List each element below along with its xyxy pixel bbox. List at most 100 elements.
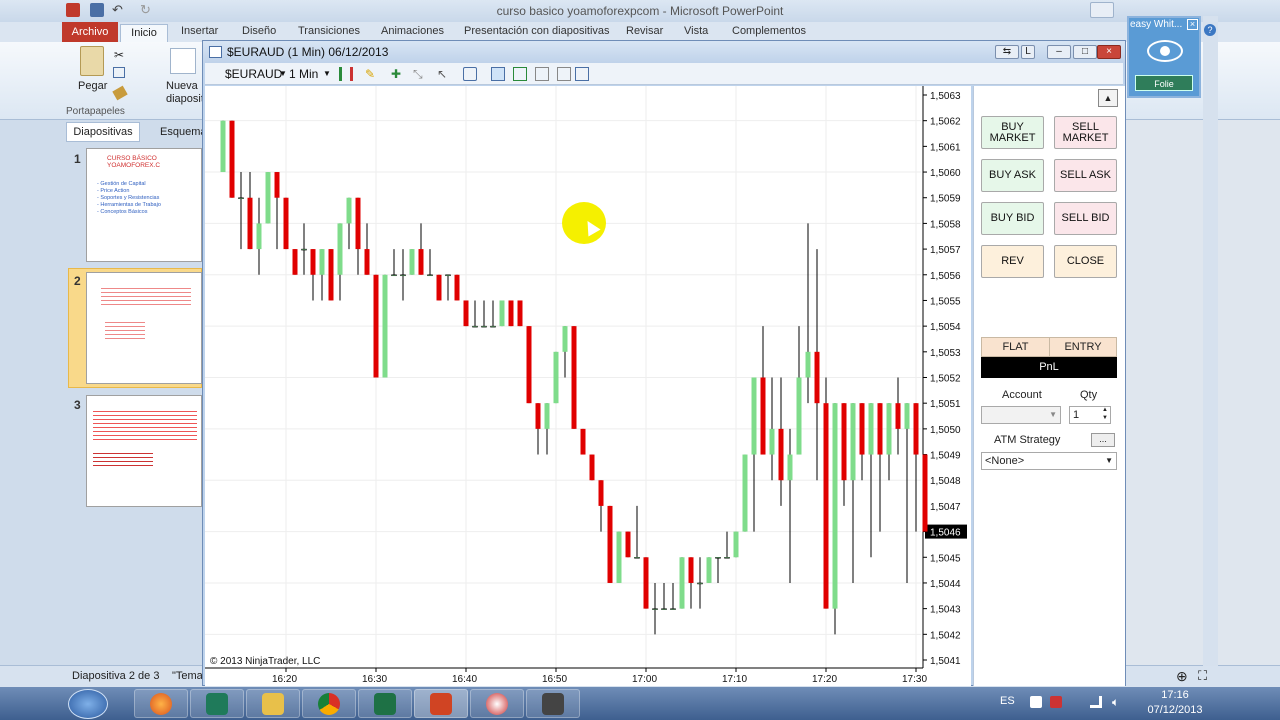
tab-revisar[interactable]: Revisar — [626, 25, 663, 37]
candle-body — [895, 403, 901, 429]
taskbar-powerpoint[interactable] — [414, 689, 468, 718]
slide-thumbnail-1[interactable]: CURSO BÁSICO YOAMOFOREX.C - Gestión de C… — [86, 148, 202, 262]
zoom-in-icon[interactable]: ✚ — [391, 67, 405, 81]
ppt-right-scrollbar[interactable]: ? — [1203, 16, 1218, 666]
strategies-icon[interactable] — [513, 67, 527, 81]
candle-body — [688, 557, 694, 583]
chart-area[interactable]: 1,5063 1,5062 1,5061 1,5060 1,5059 1,5058 1,50… — [205, 86, 971, 686]
candle-body — [643, 557, 649, 609]
new-slide-icon[interactable] — [170, 48, 196, 74]
candle-body — [715, 557, 721, 559]
volume-icon[interactable]: 🔈︎ — [1112, 695, 1119, 710]
candle-body — [904, 403, 910, 429]
sell-ask-button[interactable]: SELL ASK — [1054, 159, 1117, 192]
close-icon[interactable]: × — [1187, 19, 1198, 30]
slide-thumbnail-2[interactable] — [86, 272, 202, 384]
folie-button[interactable]: Folie — [1135, 75, 1193, 91]
start-button-icon[interactable] — [68, 689, 108, 719]
tab-inicio[interactable]: Inicio — [120, 24, 168, 42]
cut-icon[interactable]: ✂ — [114, 48, 124, 62]
sell-bid-button[interactable]: SELL BID — [1054, 202, 1117, 235]
data-box-icon[interactable] — [463, 67, 477, 81]
ppt-titlebar: ↶ ↻ curso basico yoamoforexpcom - Micros… — [0, 0, 1280, 22]
ppt-restore-icon[interactable] — [1090, 2, 1114, 18]
chart-trader-icon[interactable] — [575, 67, 589, 81]
candlestick-chart[interactable]: 1,5063 1,5062 1,5061 1,5060 1,5059 1,5058 1,50… — [205, 86, 971, 686]
taskbar-ninjatrader[interactable] — [190, 689, 244, 718]
tab-transiciones[interactable]: Transiciones — [298, 25, 360, 37]
account-select[interactable]: ▼ — [981, 406, 1061, 424]
close-icon[interactable]: × — [1097, 45, 1121, 59]
candle-body — [472, 325, 478, 328]
taskbar-chrome[interactable] — [302, 689, 356, 718]
price-tick-label: 1,5056 — [930, 271, 961, 282]
buy-market-button[interactable]: BUY MARKET — [981, 116, 1044, 149]
interval-selector[interactable]: 1 Min — [289, 67, 318, 81]
l-button[interactable]: L — [1021, 45, 1035, 59]
tray-network-icon[interactable] — [1050, 696, 1062, 708]
chevron-down-icon[interactable]: ▼ — [323, 69, 331, 78]
format-painter-icon[interactable] — [112, 85, 128, 101]
tray-signal-icon[interactable] — [1090, 696, 1102, 708]
tab-archivo[interactable]: Archivo — [62, 22, 118, 42]
indicators-icon[interactable] — [491, 67, 505, 81]
tab-complementos[interactable]: Complementos — [732, 25, 806, 37]
stepper-arrows-icon[interactable]: ▲ ▼ — [1102, 406, 1108, 422]
fit-window-icon[interactable]: ⛶ — [1198, 668, 1207, 684]
zoom-in-icon[interactable]: ⊕ — [1176, 668, 1188, 685]
minimize-icon[interactable]: – — [1047, 45, 1071, 59]
atm-strategy-select[interactable]: <None> ▼ — [981, 452, 1117, 470]
tab-diseno[interactable]: Diseño — [242, 25, 276, 37]
buy-bid-button[interactable]: BUY BID — [981, 202, 1044, 235]
language-indicator[interactable]: ES — [1000, 695, 1015, 707]
new-slide-label[interactable]: Nueva diapositiva — [166, 80, 202, 106]
collapse-up-icon[interactable]: ▲ — [1098, 89, 1118, 107]
price-tick-label: 1,5062 — [930, 117, 961, 128]
candle-body — [256, 223, 262, 250]
tab-presentacion[interactable]: Presentación con diapositivas — [464, 25, 610, 37]
qty-stepper[interactable]: 1 ▲ ▼ — [1069, 406, 1111, 424]
tab-animaciones[interactable]: Animaciones — [381, 25, 444, 37]
instrument-selector[interactable]: $EURAUD — [225, 67, 282, 81]
bar-type-icon[interactable] — [339, 67, 353, 81]
tray-flag-icon[interactable] — [1030, 696, 1042, 708]
sell-market-button[interactable]: SELL MARKET — [1054, 116, 1117, 149]
candle-body — [427, 274, 433, 277]
easy-whiteboard-window[interactable]: easy Whit... × Folie — [1127, 16, 1201, 98]
tab-vista[interactable]: Vista — [684, 25, 708, 37]
rev-button[interactable]: REV — [981, 245, 1044, 278]
close-button[interactable]: CLOSE — [1054, 245, 1117, 278]
paste-icon[interactable] — [80, 46, 104, 76]
atm-options-button[interactable]: ... — [1091, 433, 1115, 447]
taskbar-explorer[interactable] — [246, 689, 300, 718]
maximize-icon[interactable]: □ — [1073, 45, 1097, 59]
taskbar-excel[interactable] — [358, 689, 412, 718]
help-icon[interactable]: ? — [1204, 24, 1216, 36]
price-tick-label: 1,5045 — [930, 553, 961, 564]
paste-button-label[interactable]: Pegar — [78, 80, 107, 92]
clock-date[interactable]: 07/12/2013 — [1140, 704, 1210, 716]
tab-insertar[interactable]: Insertar — [181, 25, 218, 37]
zoom-out-icon[interactable]: ⤡ — [413, 67, 427, 81]
slide-1-title: CURSO BÁSICO YOAMOFOREX.C — [107, 155, 161, 169]
tab-esquema[interactable]: Esquema — [160, 126, 206, 138]
taskbar-app[interactable] — [470, 689, 524, 718]
taskbar-firefox[interactable] — [134, 689, 188, 718]
ninjatrader-icon — [206, 692, 228, 715]
copy-icon[interactable] — [113, 67, 125, 78]
buy-ask-button[interactable]: BUY ASK — [981, 159, 1044, 192]
clock-time[interactable]: 17:16 — [1145, 689, 1205, 701]
price-tick-label: 1,5049 — [930, 451, 961, 462]
properties-icon[interactable] — [535, 67, 549, 81]
pointer-icon[interactable]: ↖ — [437, 67, 451, 81]
pencil-draw-icon[interactable]: ✎ — [365, 67, 379, 81]
candle-body — [319, 249, 325, 275]
candle-body — [796, 377, 802, 455]
snapshot-icon[interactable] — [557, 67, 571, 81]
slide-thumbnail-3[interactable] — [86, 395, 202, 507]
taskbar-recorder[interactable] — [526, 689, 580, 718]
tab-diapositivas[interactable]: Diapositivas — [66, 122, 140, 142]
time-tick-label: 17:10 — [722, 674, 747, 685]
chevron-down-icon[interactable]: ▼ — [279, 69, 287, 78]
link-icon[interactable]: ⇆ — [995, 45, 1019, 59]
